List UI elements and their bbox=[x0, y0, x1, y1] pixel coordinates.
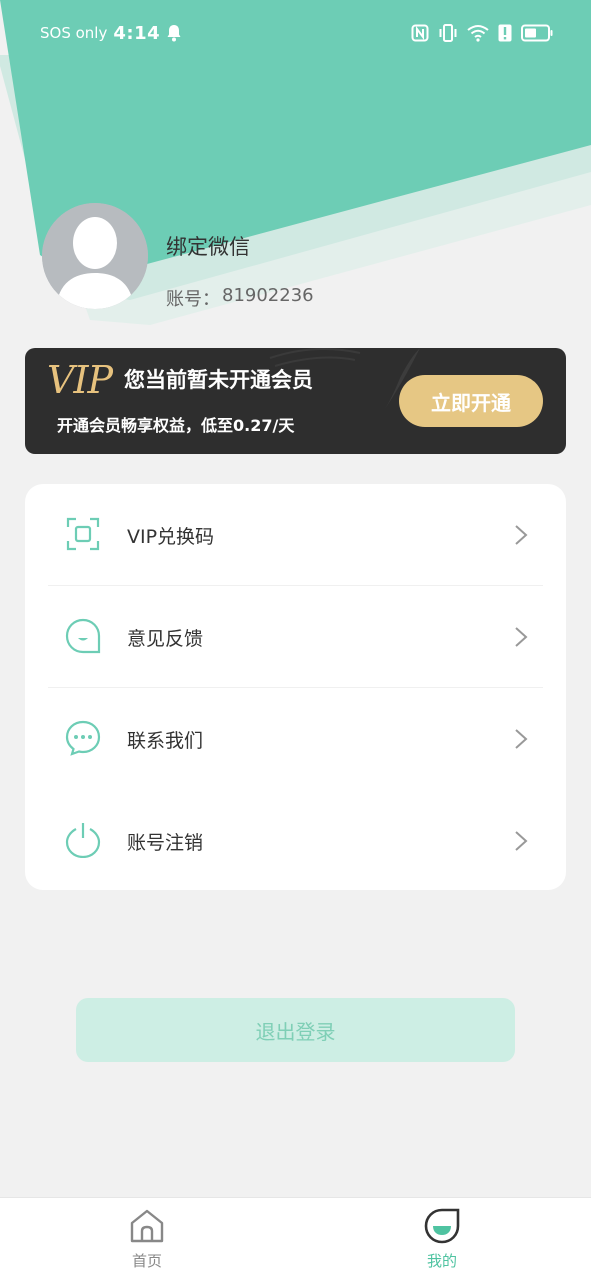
nav-item-mine[interactable]: 我的 bbox=[402, 1208, 482, 1276]
chevron-right-icon bbox=[515, 627, 528, 647]
chevron-right-icon bbox=[515, 729, 528, 749]
account-number: 81902236 bbox=[222, 285, 314, 306]
menu-item-contact[interactable]: 联系我们 bbox=[25, 688, 566, 789]
account-label: 账号： bbox=[166, 289, 220, 310]
vip-logo: VIP bbox=[47, 358, 113, 402]
vip-title: 您当前暂未开通会员 bbox=[124, 368, 313, 392]
clock: 4:14 bbox=[113, 22, 161, 44]
nfc-icon bbox=[411, 24, 429, 42]
carrier-text: SOS only bbox=[40, 24, 108, 42]
menu-item-label: 账号注销 bbox=[127, 832, 204, 854]
feedback-icon bbox=[65, 618, 101, 654]
status-bar: SOS only 4:14 bbox=[0, 0, 591, 66]
open-vip-button[interactable]: 立即开通 bbox=[399, 375, 543, 427]
menu-item-delete-account[interactable]: 账号注销 bbox=[25, 790, 566, 891]
avatar-placeholder-icon bbox=[42, 203, 148, 309]
chat-icon bbox=[65, 720, 101, 756]
scan-icon bbox=[66, 517, 100, 551]
menu-item-label: VIP兑换码 bbox=[127, 526, 215, 548]
power-icon bbox=[65, 823, 101, 858]
menu-item-feedback[interactable]: 意见反馈 bbox=[25, 586, 566, 687]
menu-item-label: 联系我们 bbox=[127, 730, 204, 752]
nav-label-mine: 我的 bbox=[426, 1252, 457, 1270]
home-icon bbox=[130, 1209, 164, 1243]
menu-item-vip-code[interactable]: VIP兑换码 bbox=[25, 484, 566, 585]
nav-label-home: 首页 bbox=[131, 1252, 162, 1270]
chevron-right-icon bbox=[515, 831, 528, 851]
vibrate-icon bbox=[439, 24, 457, 42]
alert-icon bbox=[498, 24, 512, 42]
menu-item-label: 意见反馈 bbox=[127, 628, 204, 650]
battery-icon bbox=[521, 24, 553, 42]
account-info: 账号： 81902236 bbox=[166, 285, 314, 311]
logout-button[interactable]: 退出登录 bbox=[76, 998, 515, 1062]
chevron-right-icon bbox=[515, 525, 528, 545]
nav-item-home[interactable]: 首页 bbox=[107, 1208, 187, 1276]
vip-banner[interactable]: VIP 您当前暂未开通会员 开通会员畅享权益，低至0.27/天 立即开通 bbox=[25, 348, 566, 454]
wifi-icon bbox=[467, 25, 489, 42]
vip-subtitle: 开通会员畅享权益，低至0.27/天 bbox=[57, 416, 295, 435]
bottom-nav: 首页 我的 bbox=[0, 1197, 591, 1280]
menu-card: VIP兑换码 意见反馈 联系我们 账号注销 bbox=[25, 484, 566, 890]
mine-icon bbox=[424, 1208, 460, 1244]
bind-wechat-link[interactable]: 绑定微信 bbox=[166, 231, 250, 261]
app-root: SOS only 4:14 绑定微信 账号： 81902236 VIP 您当前暂… bbox=[0, 0, 591, 1280]
avatar[interactable] bbox=[42, 203, 148, 309]
bell-icon bbox=[167, 25, 181, 42]
